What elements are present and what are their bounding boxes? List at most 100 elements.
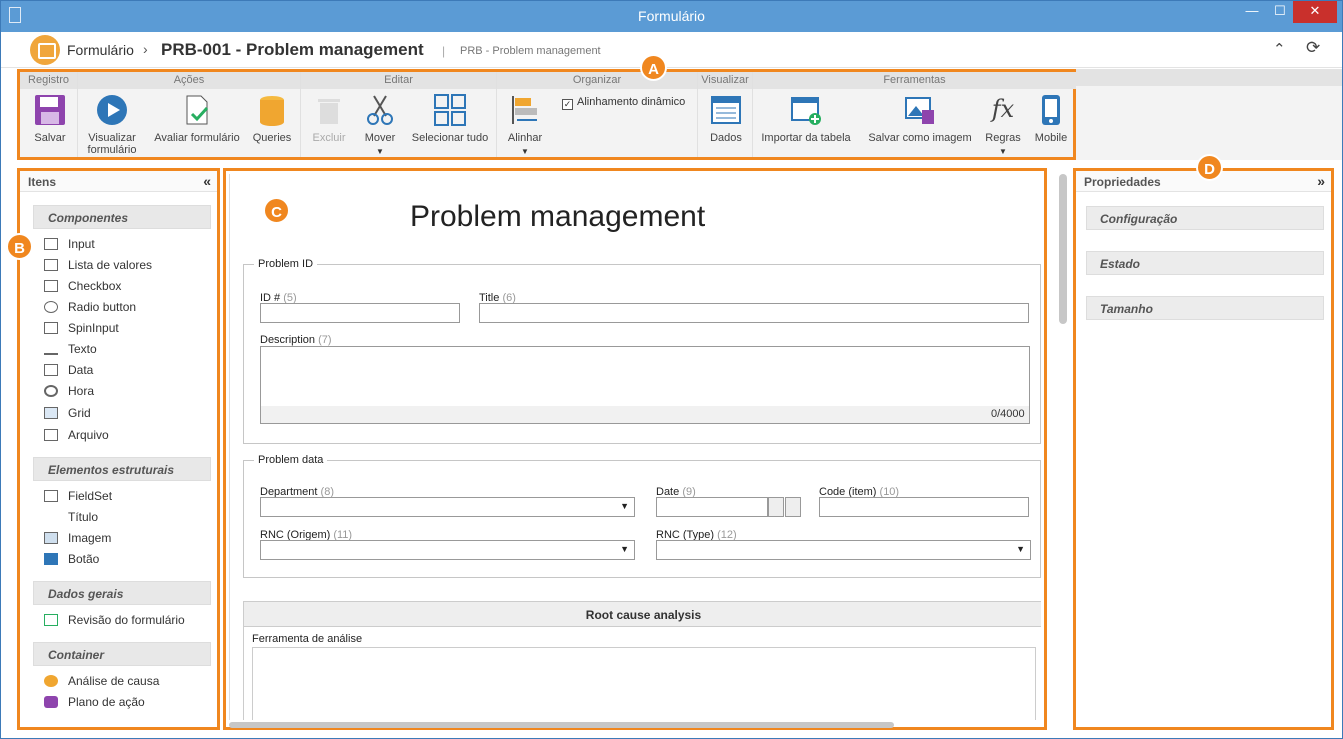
- rnc-origem-select[interactable]: ▼: [260, 540, 635, 560]
- root-cause-analysis-header[interactable]: Root cause analysis: [243, 601, 1041, 627]
- preview-form-button[interactable]: Visualizar formulário: [82, 94, 142, 156]
- clear-date-icon[interactable]: [785, 497, 801, 517]
- review-check-icon: [44, 614, 58, 626]
- input-icon: [44, 238, 58, 250]
- item-checkbox-label: Checkbox: [68, 279, 122, 293]
- description-textarea[interactable]: [260, 346, 1030, 408]
- group-title-organizar: Organizar: [497, 72, 697, 89]
- item-plano-acao[interactable]: Plano de ação: [44, 695, 145, 713]
- description-counter-bar: [260, 406, 1030, 424]
- group-title-acoes: Ações: [78, 72, 300, 89]
- section-estado[interactable]: Estado: [1086, 251, 1324, 275]
- item-arquivo[interactable]: Arquivo: [44, 428, 109, 446]
- date-input[interactable]: [656, 497, 768, 517]
- play-icon: [96, 94, 128, 126]
- item-spininput[interactable]: SpinInput: [44, 321, 119, 339]
- item-radio[interactable]: Radio button: [44, 300, 136, 318]
- item-analise-causa[interactable]: Análise de causa: [44, 674, 159, 692]
- vertical-scrollbar[interactable]: [1059, 174, 1067, 324]
- rnc-type-select[interactable]: ▼: [656, 540, 1031, 560]
- title-input[interactable]: [479, 303, 1029, 323]
- mobile-phone-icon: [1035, 94, 1067, 126]
- horizontal-scrollbar[interactable]: [229, 722, 894, 728]
- select-all-button[interactable]: Selecionar tudo: [409, 94, 491, 144]
- text-icon: [44, 343, 58, 355]
- analysis-tool-area[interactable]: [252, 647, 1036, 720]
- section-dados-gerais[interactable]: Dados gerais: [33, 581, 211, 605]
- image-save-icon: [904, 94, 936, 126]
- delete-button[interactable]: Excluir: [307, 94, 351, 144]
- item-texto[interactable]: Texto: [44, 342, 97, 360]
- item-grid-label: Grid: [68, 406, 91, 420]
- breadcrumb-root[interactable]: Formulário: [67, 42, 134, 58]
- queries-button[interactable]: Queries: [250, 94, 294, 144]
- import-table-label: Importar da tabela: [761, 132, 851, 144]
- section-configuracao[interactable]: Configuração: [1086, 206, 1324, 230]
- id-input[interactable]: [260, 303, 460, 323]
- badge-d: D: [1196, 154, 1223, 181]
- floppy-disk-icon: [34, 94, 66, 126]
- group-ferramentas: Ferramentas Importar da tabela Salvar co…: [753, 72, 1076, 157]
- import-table-button[interactable]: Importar da tabela: [757, 94, 855, 144]
- image-icon: [44, 532, 58, 544]
- collapse-right-icon[interactable]: »: [1317, 173, 1325, 189]
- section-componentes[interactable]: Componentes: [33, 205, 211, 229]
- form-logo-icon: [30, 35, 60, 65]
- section-estruturais[interactable]: Elementos estruturais: [33, 457, 211, 481]
- file-icon: [44, 429, 58, 441]
- grid-icon: [44, 407, 58, 419]
- fieldset-problem-id[interactable]: Problem ID ID # (5) Title (6) Descriptio…: [243, 258, 1041, 444]
- evaluate-form-button[interactable]: Avaliar formulário: [151, 94, 243, 144]
- breadcrumb-divider: |: [442, 44, 446, 58]
- section-tamanho[interactable]: Tamanho: [1086, 296, 1324, 320]
- align-button[interactable]: Alinhar ▼: [503, 94, 547, 158]
- close-button[interactable]: ✕: [1293, 1, 1337, 23]
- calendar-picker-icon[interactable]: [768, 497, 784, 517]
- form-canvas-panel: Problem management Problem ID ID # (5) T…: [223, 168, 1067, 730]
- item-data[interactable]: Data: [44, 363, 93, 381]
- section-container[interactable]: Container: [33, 642, 211, 666]
- item-grid[interactable]: Grid: [44, 406, 91, 424]
- mobile-button[interactable]: Mobile: [1031, 94, 1071, 144]
- title-icon: [44, 511, 58, 523]
- refresh-icon[interactable]: ⟳: [1306, 38, 1320, 58]
- move-button[interactable]: Mover ▼: [358, 94, 402, 158]
- fieldset-problem-data[interactable]: Problem data Department (8) ▼ Date (9) C…: [243, 454, 1041, 578]
- item-spininput-label: SpinInput: [68, 321, 119, 335]
- checkbox-checked-icon: ✓: [562, 99, 573, 110]
- department-select[interactable]: ▼: [260, 497, 635, 517]
- fieldset-problem-data-legend: Problem data: [254, 454, 328, 466]
- item-input[interactable]: Input: [44, 237, 95, 255]
- table-add-icon: [790, 94, 822, 126]
- badge-b: B: [6, 233, 33, 260]
- item-texto-label: Texto: [68, 342, 97, 356]
- data-label: Dados: [710, 132, 742, 144]
- description-counter: 0/4000: [991, 408, 1025, 420]
- maximize-button[interactable]: ☐: [1266, 1, 1294, 23]
- data-button[interactable]: Dados: [704, 94, 748, 144]
- minimize-button[interactable]: —: [1238, 1, 1266, 23]
- save-as-image-button[interactable]: Salvar como imagem: [865, 94, 975, 144]
- item-imagem[interactable]: Imagem: [44, 531, 111, 549]
- rules-button[interactable]: fx Regras ▼: [981, 94, 1025, 158]
- breadcrumb-current: PRB-001 - Problem management: [161, 40, 424, 59]
- rnc-origem-dropdown-icon: ▼: [620, 544, 629, 554]
- item-checkbox[interactable]: Checkbox: [44, 279, 121, 297]
- item-titulo[interactable]: Título: [44, 510, 98, 528]
- item-fieldset[interactable]: FieldSet: [44, 489, 112, 507]
- save-button[interactable]: Salvar: [30, 94, 70, 144]
- group-title-visualizar: Visualizar: [698, 72, 752, 89]
- dynamic-alignment-checkbox[interactable]: ✓ Alinhamento dinâmico: [562, 96, 685, 110]
- collapse-left-icon[interactable]: «: [203, 173, 211, 189]
- collapse-header-icon[interactable]: ⌃: [1273, 40, 1286, 58]
- item-botao[interactable]: Botão: [44, 552, 99, 570]
- group-title-registro: Registro: [20, 72, 77, 89]
- item-hora[interactable]: Hora: [44, 384, 94, 402]
- code-input[interactable]: [819, 497, 1029, 517]
- data-table-icon: [710, 94, 742, 126]
- item-arquivo-label: Arquivo: [68, 428, 109, 442]
- group-registro: Registro Salvar: [20, 72, 78, 157]
- form-title[interactable]: Problem management: [410, 200, 705, 234]
- item-revisao[interactable]: Revisão do formulário: [44, 613, 185, 631]
- item-lista-valores[interactable]: Lista de valores: [44, 258, 152, 276]
